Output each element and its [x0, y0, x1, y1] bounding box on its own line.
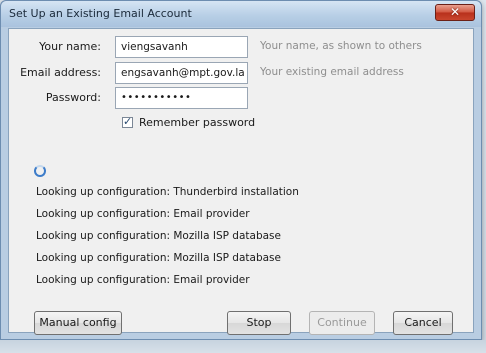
name-row: Your name: viengsavanh Your name, as sho…	[9, 36, 473, 60]
status-line: Looking up configuration: Email provider	[36, 274, 250, 286]
remember-password-label[interactable]: Remember password	[139, 116, 255, 129]
cancel-button[interactable]: Cancel	[393, 311, 453, 335]
checkmark-icon: ✓	[123, 115, 133, 128]
password-input[interactable]: •••••••••••	[115, 87, 248, 109]
close-button[interactable]: ✕	[435, 4, 475, 21]
dialog-title: Set Up an Existing Email Account	[9, 7, 192, 20]
password-label: Password:	[45, 91, 101, 104]
account-setup-dialog: Set Up an Existing Email Account ✕ Your …	[0, 0, 482, 340]
name-input[interactable]: viengsavanh	[115, 36, 248, 58]
email-input[interactable]: engsavanh@mpt.gov.la	[115, 62, 248, 84]
desktop: Set Up an Existing Email Account ✕ Your …	[0, 0, 486, 353]
status-line: Looking up configuration: Mozilla ISP da…	[36, 252, 281, 264]
email-hint: Your existing email address	[260, 66, 404, 78]
password-row: Password: •••••••••••	[9, 87, 473, 111]
email-label: Email address:	[20, 66, 101, 79]
background-strip	[0, 340, 486, 353]
dialog-body: Your name: viengsavanh Your name, as sho…	[8, 28, 474, 335]
remember-row: ✓ Remember password	[9, 114, 473, 132]
status-line: Looking up configuration: Mozilla ISP da…	[36, 230, 281, 242]
status-line: Looking up configuration: Email provider	[36, 208, 250, 220]
manual-config-button[interactable]: Manual config	[34, 311, 122, 335]
stop-button[interactable]: Stop	[227, 311, 291, 335]
name-label: Your name:	[39, 40, 101, 53]
loading-spinner-icon	[34, 165, 46, 177]
email-row: Email address: engsavanh@mpt.gov.la Your…	[9, 62, 473, 86]
name-hint: Your name, as shown to others	[260, 40, 422, 52]
continue-button[interactable]: Continue	[309, 311, 375, 335]
status-line: Looking up configuration: Thunderbird in…	[36, 186, 299, 198]
remember-password-checkbox[interactable]: ✓	[122, 115, 133, 128]
close-icon: ✕	[449, 5, 461, 19]
title-bar: Set Up an Existing Email Account ✕	[1, 1, 481, 27]
